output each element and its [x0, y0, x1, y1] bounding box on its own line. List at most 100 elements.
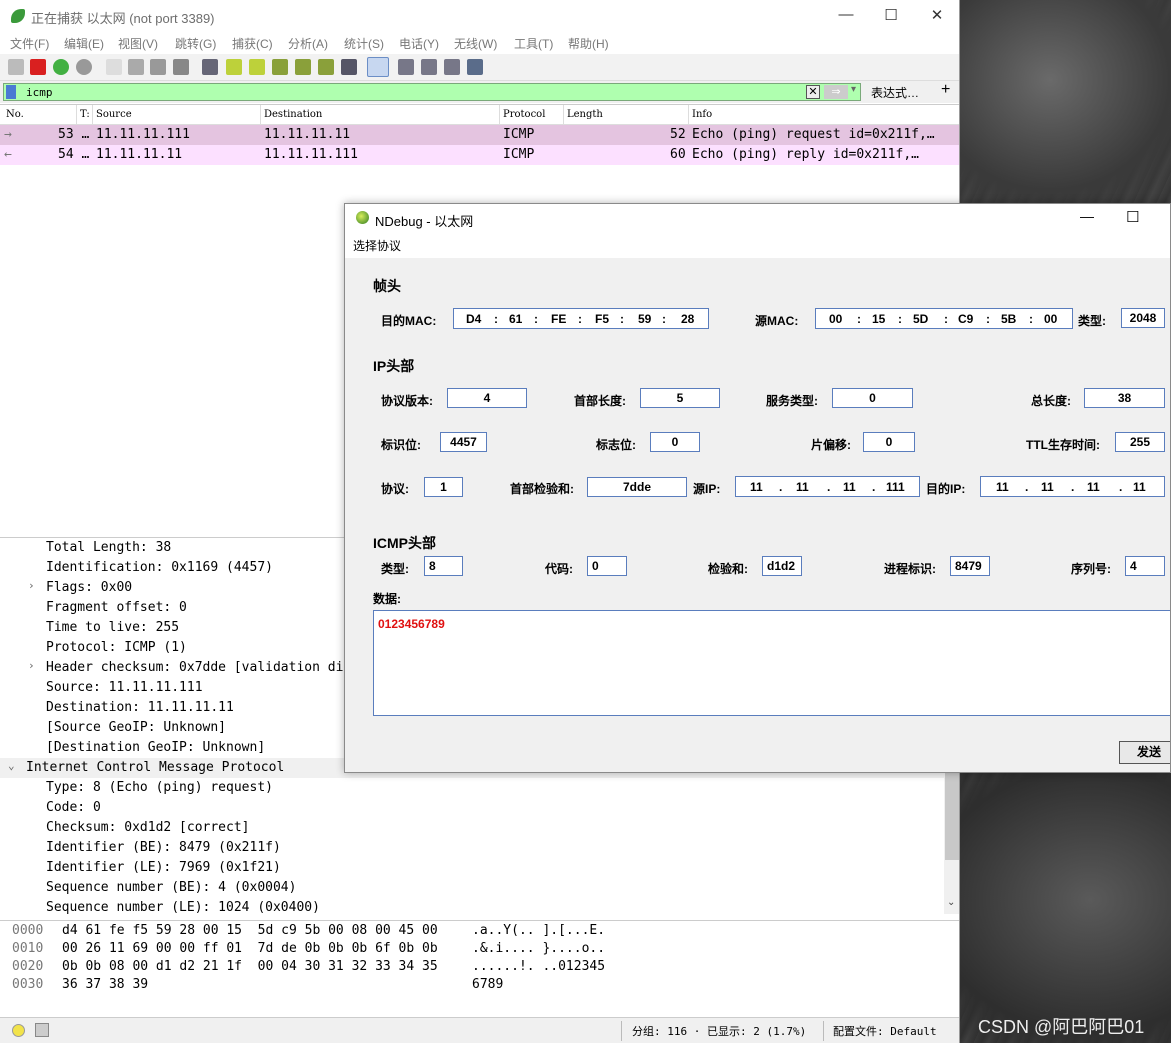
ip-frag-offset-input[interactable]: 0 — [863, 432, 915, 452]
detail-line[interactable]: Identifier (BE): 8479 (0x211f) — [0, 838, 944, 858]
hex-line[interactable]: 0010 00 26 11 69 00 00 ff 01 7d de 0b 0b … — [0, 939, 959, 957]
profile-status[interactable]: 配置文件: Default — [833, 1023, 937, 1039]
ip-ttl-input[interactable]: 255 — [1115, 432, 1165, 452]
stop-capture-icon[interactable] — [30, 59, 46, 75]
maximize-button[interactable]: ☐ — [881, 6, 901, 24]
detail-line[interactable]: Type: 8 (Echo (ping) request) — [0, 778, 944, 798]
menu-view[interactable]: 视图(V) — [118, 35, 158, 52]
col-no[interactable]: No. — [6, 109, 24, 120]
close-button[interactable]: ✕ — [927, 6, 947, 24]
filter-history-dropdown-icon[interactable]: ▾ — [851, 84, 856, 95]
restart-capture-icon[interactable] — [53, 59, 69, 75]
icmp-checksum-input[interactable]: d1d2 — [762, 556, 802, 576]
start-capture-icon[interactable] — [8, 59, 24, 75]
ip-protocol-input[interactable]: 1 — [424, 477, 463, 497]
menu-tools[interactable]: 工具(T) — [514, 35, 553, 52]
autoscroll-icon[interactable] — [341, 59, 357, 75]
packet-info: Echo (ping) reply id=0x211f,… — [692, 147, 919, 162]
detail-line[interactable]: Identifier (LE): 7969 (0x1f21) — [0, 858, 944, 878]
capture-comment-icon[interactable] — [35, 1023, 49, 1037]
save-file-icon[interactable] — [128, 59, 144, 75]
maximize-button[interactable]: ☐ — [1126, 208, 1139, 226]
menu-go[interactable]: 跳转(G) — [175, 35, 216, 52]
packet-row[interactable]: → 53 … 11.11.11.111 11.11.11.11 ICMP 52 … — [0, 125, 959, 145]
close-file-icon[interactable] — [150, 59, 166, 75]
menu-file[interactable]: 文件(F) — [10, 35, 49, 52]
go-back-icon[interactable] — [226, 59, 242, 75]
icmp-seq-input[interactable]: 4 — [1125, 556, 1165, 576]
menu-edit[interactable]: 编辑(E) — [64, 35, 104, 52]
icmp-pid-input[interactable]: 8479 — [950, 556, 990, 576]
hex-line[interactable]: 0030 36 37 38 39 6789 — [0, 975, 959, 993]
apply-filter-icon[interactable]: ⇒ — [824, 85, 848, 99]
zoom-in-icon[interactable] — [398, 59, 414, 75]
minimize-button[interactable]: — — [1080, 208, 1094, 224]
zoom-normal-icon[interactable] — [444, 59, 460, 75]
reload-file-icon[interactable] — [173, 59, 189, 75]
first-packet-icon[interactable] — [295, 59, 311, 75]
scroll-down-icon[interactable]: ⌄ — [947, 897, 955, 908]
ip-checksum-input[interactable]: 7dde — [587, 477, 687, 497]
detail-line[interactable]: Sequence number (BE): 4 (0x0004) — [0, 878, 944, 898]
expand-icon[interactable]: › — [28, 579, 35, 592]
col-protocol[interactable]: Protocol — [503, 109, 545, 120]
ip-flags-input[interactable]: 0 — [650, 432, 700, 452]
menu-telephony[interactable]: 电话(Y) — [399, 35, 439, 52]
display-filter-bar: icmp ✕ ⇒ ▾ 表达式… + — [0, 81, 959, 103]
menu-select-protocol[interactable]: 选择协议 — [353, 237, 401, 254]
scrollbar-thumb[interactable] — [945, 772, 959, 860]
packet-row[interactable]: ← 54 … 11.11.11.11 11.11.11.111 ICMP 60 … — [0, 145, 959, 165]
col-info[interactable]: Info — [692, 109, 712, 120]
detail-line[interactable]: Code: 0 — [0, 798, 944, 818]
ip-ihl-input[interactable]: 5 — [640, 388, 720, 408]
zoom-out-icon[interactable] — [421, 59, 437, 75]
collapse-icon[interactable]: ⌄ — [8, 759, 15, 772]
eth-type-input[interactable]: 2048 — [1121, 308, 1165, 328]
expression-button[interactable]: 表达式… — [871, 84, 919, 101]
expert-info-icon[interactable] — [12, 1024, 25, 1037]
col-length[interactable]: Length — [567, 109, 603, 120]
find-packet-icon[interactable] — [202, 59, 218, 75]
colorize-icon[interactable] — [367, 57, 389, 77]
col-destination[interactable]: Destination — [264, 109, 322, 120]
expand-icon[interactable]: › — [28, 659, 35, 672]
open-file-icon[interactable] — [106, 59, 122, 75]
filter-value[interactable]: icmp — [26, 86, 53, 99]
data-textarea[interactable]: 0123456789 — [373, 610, 1170, 716]
add-filter-button[interactable]: + — [941, 81, 950, 99]
hex-line[interactable]: 0020 0b 0b 08 00 d1 d2 21 1f 00 04 30 31 … — [0, 957, 959, 975]
go-forward-icon[interactable] — [249, 59, 265, 75]
capture-options-icon[interactable] — [76, 59, 92, 75]
ip-version-label: 协议版本: — [381, 394, 433, 408]
resize-columns-icon[interactable] — [467, 59, 483, 75]
display-filter-input[interactable]: icmp ✕ ⇒ ▾ — [3, 83, 861, 101]
ip-total-length-input[interactable]: 38 — [1084, 388, 1165, 408]
hex-line[interactable]: 0000 d4 61 fe f5 59 28 00 15 5d c9 5b 00 … — [0, 921, 959, 939]
packet-bytes: 0000 d4 61 fe f5 59 28 00 15 5d c9 5b 00 … — [0, 920, 959, 1015]
ip-tos-input[interactable]: 0 — [832, 388, 913, 408]
src-mac-input[interactable]: 00: 15: 5D: C9: 5B: 00 — [815, 308, 1073, 329]
send-button[interactable]: 发送 — [1119, 741, 1170, 764]
ip-id-input[interactable]: 4457 — [440, 432, 487, 452]
col-source[interactable]: Source — [96, 109, 132, 120]
detail-line[interactable]: Sequence number (LE): 1024 (0x0400) — [0, 898, 944, 914]
bookmark-icon[interactable] — [6, 85, 16, 99]
icmp-code-input[interactable]: 0 — [587, 556, 627, 576]
menu-wireless[interactable]: 无线(W) — [454, 35, 497, 52]
ip-version-input[interactable]: 4 — [447, 388, 527, 408]
dst-mac-input[interactable]: D4: 61: FE: F5: 59: 28 — [453, 308, 709, 329]
icmp-type-input[interactable]: 8 — [424, 556, 463, 576]
menu-help[interactable]: 帮助(H) — [568, 35, 609, 52]
detail-line[interactable]: Checksum: 0xd1d2 [correct] — [0, 818, 944, 838]
dst-ip-input[interactable]: 11. 11. 11. 11 — [980, 476, 1165, 497]
clear-filter-icon[interactable]: ✕ — [806, 85, 820, 99]
go-to-packet-icon[interactable] — [272, 59, 288, 75]
menu-statistics[interactable]: 统计(S) — [344, 35, 384, 52]
src-ip-input[interactable]: 11. 11. 11. 111 — [735, 476, 920, 497]
menu-analyze[interactable]: 分析(A) — [288, 35, 328, 52]
last-packet-icon[interactable] — [318, 59, 334, 75]
minimize-button[interactable]: — — [836, 6, 856, 23]
col-time[interactable]: T: — [80, 109, 90, 120]
menu-capture[interactable]: 捕获(C) — [232, 35, 273, 52]
wireshark-logo-icon — [11, 9, 25, 23]
